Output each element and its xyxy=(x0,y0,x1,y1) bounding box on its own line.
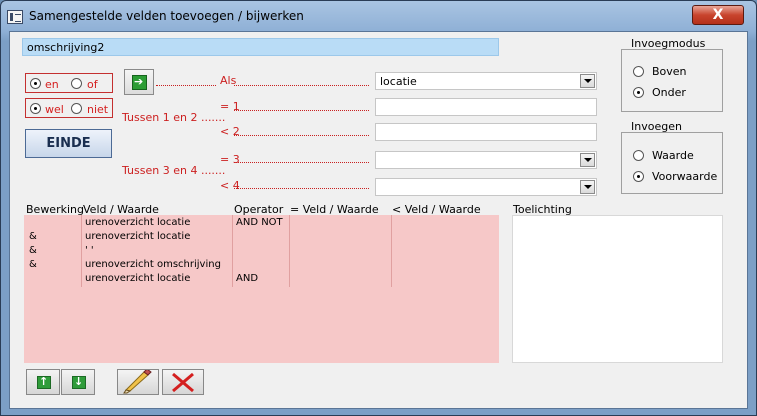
description-field[interactable]: omschrijving2 xyxy=(22,38,499,56)
radio-waarde[interactable] xyxy=(633,150,644,161)
invoegen-group: Waarde Voorwaarde xyxy=(621,132,723,194)
between-1-2-label: Tussen 1 en 2 ....... xyxy=(122,111,226,124)
title-bar[interactable]: Samengestelde velden toevoegen / bijwerk… xyxy=(1,1,756,31)
arrow-up-icon: ↑ xyxy=(37,375,51,389)
delete-button[interactable] xyxy=(162,369,204,395)
dialog-client-area: omschrijving2 en of wel niet EINDE Als =… xyxy=(9,31,748,409)
radio-voorwaarde[interactable] xyxy=(633,171,644,182)
radio-en-label: en xyxy=(45,78,59,91)
between-3-4-label: Tussen 3 en 4 ....... xyxy=(122,164,226,177)
radio-onder[interactable] xyxy=(633,87,644,98)
radio-wel-label: wel xyxy=(45,103,64,116)
cell-bewerking: & xyxy=(29,259,37,270)
invoegmodus-group: Boven Onder xyxy=(621,49,723,112)
pencil-icon xyxy=(123,370,152,394)
connector-line xyxy=(234,162,369,163)
eq1-field[interactable] xyxy=(375,98,597,116)
eq3-combo[interactable] xyxy=(375,151,597,169)
lt4-combo[interactable] xyxy=(375,178,597,196)
column-divider xyxy=(289,215,290,287)
column-divider xyxy=(391,215,392,287)
cell-veld: urenoverzicht locatie xyxy=(85,217,191,228)
arrow-right-icon xyxy=(132,75,147,90)
radio-of-label: of xyxy=(87,78,98,91)
delete-x-icon xyxy=(172,372,194,393)
column-divider xyxy=(81,215,82,287)
cell-veld: urenoverzicht locatie xyxy=(85,231,191,242)
radio-boven-label: Boven xyxy=(652,65,687,78)
connector-line xyxy=(234,135,369,136)
en-of-group: en of xyxy=(25,73,113,93)
radio-waarde-label: Waarde xyxy=(652,149,694,162)
cell-operator: AND NOT xyxy=(236,217,283,228)
als-combo[interactable]: locatie xyxy=(375,72,597,90)
cell-bewerking: & xyxy=(29,231,37,242)
radio-boven[interactable] xyxy=(633,66,644,77)
radio-of[interactable] xyxy=(71,78,82,89)
connector-line xyxy=(234,110,369,111)
toelichting-field[interactable] xyxy=(512,215,723,363)
move-down-button[interactable]: ↓ xyxy=(61,369,95,395)
lt4-label: < 4 xyxy=(220,179,240,192)
chevron-down-icon[interactable] xyxy=(580,153,595,167)
edit-button[interactable] xyxy=(117,369,159,395)
cell-veld: urenoverzicht omschrijving xyxy=(85,259,221,270)
radio-niet[interactable] xyxy=(71,103,82,114)
lt2-label: < 2 xyxy=(220,125,240,138)
cell-operator: AND xyxy=(236,273,259,284)
chevron-down-icon[interactable] xyxy=(580,180,595,194)
connector-line xyxy=(234,85,369,86)
column-divider xyxy=(232,215,233,287)
radio-wel[interactable] xyxy=(30,103,41,114)
window-title: Samengestelde velden toevoegen / bijwerk… xyxy=(29,9,304,23)
radio-onder-label: Onder xyxy=(652,86,686,99)
cell-bewerking: & xyxy=(29,245,37,256)
connector-line xyxy=(156,85,216,86)
apply-button[interactable] xyxy=(124,69,154,95)
close-button[interactable]: X xyxy=(692,5,744,25)
cell-veld: urenoverzicht locatie xyxy=(85,273,191,284)
dialog-window: Samengestelde velden toevoegen / bijwerk… xyxy=(0,0,757,416)
move-up-button[interactable]: ↑ xyxy=(26,369,60,395)
connector-line xyxy=(234,188,369,189)
radio-voorwaarde-label: Voorwaarde xyxy=(652,170,718,183)
radio-niet-label: niet xyxy=(87,103,109,116)
form-icon xyxy=(7,10,23,24)
cell-veld: ' ' xyxy=(85,245,94,256)
lt2-field[interactable] xyxy=(375,123,597,141)
einde-button[interactable]: EINDE xyxy=(25,129,112,158)
als-value: locatie xyxy=(380,75,417,88)
chevron-down-icon[interactable] xyxy=(580,74,595,88)
radio-en[interactable] xyxy=(30,78,41,89)
conditions-list[interactable]: urenoverzicht locatie AND NOT & urenover… xyxy=(24,215,499,363)
als-label: Als xyxy=(220,74,237,87)
wel-niet-group: wel niet xyxy=(25,98,113,118)
arrow-down-icon: ↓ xyxy=(72,375,86,389)
